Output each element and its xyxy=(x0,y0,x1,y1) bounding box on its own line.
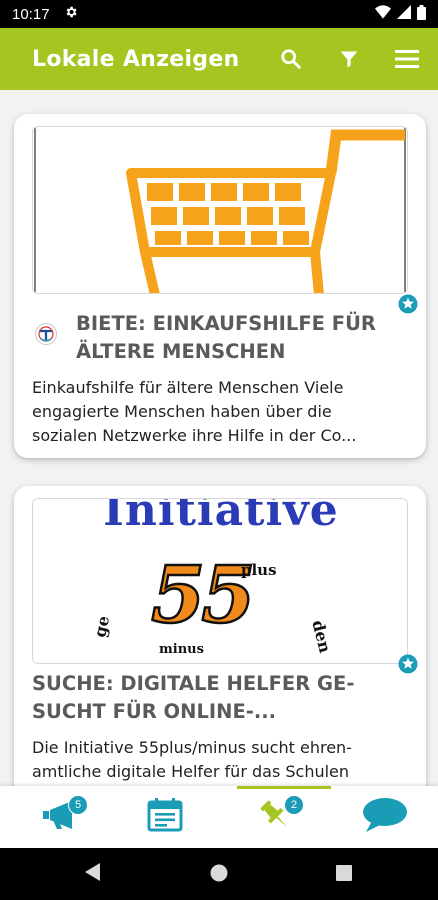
advertiser-logo xyxy=(34,322,58,346)
image-arc-right-text: den xyxy=(308,618,335,655)
signal-icon xyxy=(397,5,411,23)
announcements-badge: 5 xyxy=(68,795,88,815)
home-icon[interactable] xyxy=(210,864,228,886)
nav-tab-messages[interactable] xyxy=(330,786,438,848)
image-minus-text: minus xyxy=(159,642,204,657)
filter-icon[interactable] xyxy=(334,44,364,74)
app-bar: Lokale Anzeigen xyxy=(0,28,438,90)
ad-image-initiative-55: Initiative 55 plus minus ge den xyxy=(32,498,408,664)
nav-tab-pinboard[interactable]: 2 xyxy=(220,786,330,848)
ad-title: SUCHE: DIGITALE HELFER GE- SUCHT FÜR ONL… xyxy=(32,672,355,723)
ad-description: Die Initiative 55plus/minus sucht ehren-… xyxy=(32,738,352,781)
bottom-navigation: 5 2 xyxy=(0,786,438,848)
app-title: Lokale Anzeigen xyxy=(32,46,240,72)
status-time: 10:17 xyxy=(12,5,50,23)
chat-icon xyxy=(362,797,408,837)
back-icon[interactable] xyxy=(84,862,102,886)
image-heading-text: Initiative xyxy=(103,498,339,536)
recents-icon[interactable] xyxy=(336,865,352,885)
image-arc-left-text: ge xyxy=(90,614,114,639)
settings-gear-icon xyxy=(64,5,78,23)
ad-card[interactable]: BIETE: EINKAUFSHILFE FÜR ÄLTERE MENSCHEN… xyxy=(14,114,426,458)
battery-icon xyxy=(417,4,426,24)
ad-description: Einkaufshilfe für ältere Menschen Viele … xyxy=(32,378,357,445)
image-plus-text: plus xyxy=(241,561,277,579)
wifi-icon xyxy=(375,5,391,23)
status-bar: 10:17 xyxy=(0,0,438,28)
system-navigation-bar xyxy=(0,848,438,900)
image-number-text: 55 xyxy=(150,550,257,641)
ad-list[interactable]: BIETE: EINKAUFSHILFE FÜR ÄLTERE MENSCHEN… xyxy=(0,90,438,786)
pinboard-badge: 2 xyxy=(284,795,304,815)
nav-tab-announcements[interactable]: 5 xyxy=(8,786,118,848)
ad-title: BIETE: EINKAUFSHILFE FÜR ÄLTERE MENSCHEN xyxy=(76,312,376,363)
nav-tab-events[interactable] xyxy=(110,786,220,848)
calendar-icon xyxy=(147,798,183,836)
search-icon[interactable] xyxy=(276,44,306,74)
ad-image-shopping-cart xyxy=(32,126,408,294)
ad-card[interactable]: Initiative 55 plus minus ge den SUCHE: D… xyxy=(14,486,426,786)
menu-icon[interactable] xyxy=(392,44,422,74)
